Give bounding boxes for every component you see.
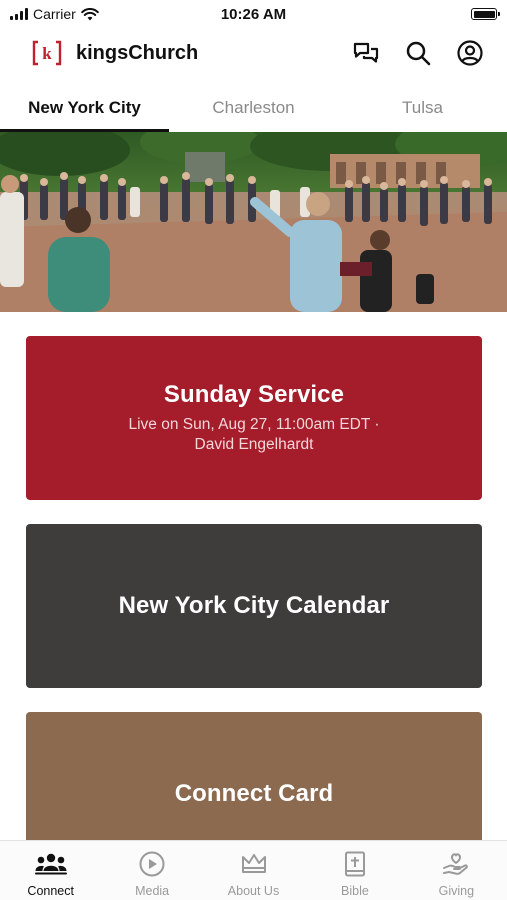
app-title: kingsChurch — [76, 41, 199, 64]
nav-connect[interactable]: Connect — [0, 841, 101, 900]
connect-card-title: Connect Card — [174, 780, 334, 807]
account-icon[interactable] — [455, 38, 485, 68]
play-icon — [136, 851, 168, 877]
hero-image — [0, 132, 507, 312]
battery-fill — [473, 10, 495, 18]
sunday-service-title: Sunday Service — [163, 381, 345, 408]
nav-about-us[interactable]: About Us — [203, 841, 304, 900]
search-icon[interactable] — [403, 38, 433, 68]
bible-icon — [339, 851, 371, 877]
carrier-label: Carrier — [33, 6, 76, 22]
tab-charleston[interactable]: Charleston — [169, 84, 338, 132]
kingschurch-logo: k — [32, 40, 62, 66]
calendar-title: New York City Calendar — [118, 592, 390, 619]
cellular-signal-icon — [10, 8, 28, 20]
header-actions — [351, 38, 485, 68]
sunday-service-schedule: Live on Sun, Aug 27, 11:00am EDT · — [128, 416, 380, 433]
app-header: k kingsChurch — [0, 30, 507, 76]
battery-icon — [471, 8, 500, 20]
giving-hand-icon — [440, 851, 472, 877]
nav-bible-label: Bible — [341, 884, 369, 898]
nav-connect-label: Connect — [27, 884, 74, 898]
nav-about-us-label: About Us — [227, 884, 280, 898]
crown-icon — [238, 851, 270, 877]
bottom-nav: Connect Media About Us Bible Giving — [0, 840, 507, 900]
tab-new-york-city[interactable]: New York City — [0, 84, 169, 132]
calendar-card[interactable]: New York City Calendar — [26, 524, 482, 688]
wifi-icon — [80, 7, 99, 20]
worship-crowd-photo — [0, 132, 507, 312]
sunday-service-speaker: David Engelhardt — [194, 436, 314, 453]
nav-giving-label: Giving — [438, 884, 475, 898]
people-icon — [34, 851, 67, 877]
chat-icon[interactable] — [351, 38, 381, 68]
nav-media[interactable]: Media — [101, 841, 202, 900]
location-tabs: New York City Charleston Tulsa — [0, 84, 507, 132]
nav-media-label: Media — [135, 884, 170, 898]
tab-tulsa[interactable]: Tulsa — [338, 84, 507, 132]
sunday-service-subtitle: Live on Sun, Aug 27, 11:00am EDT · David… — [128, 415, 379, 455]
nav-bible[interactable]: Bible — [304, 841, 405, 900]
logo-letter: k — [42, 44, 52, 63]
status-bar: Carrier 10:26 AM — [0, 0, 507, 28]
sunday-service-card[interactable]: Sunday Service Live on Sun, Aug 27, 11:0… — [26, 336, 482, 500]
nav-giving[interactable]: Giving — [406, 841, 507, 900]
status-left: Carrier — [10, 6, 99, 22]
